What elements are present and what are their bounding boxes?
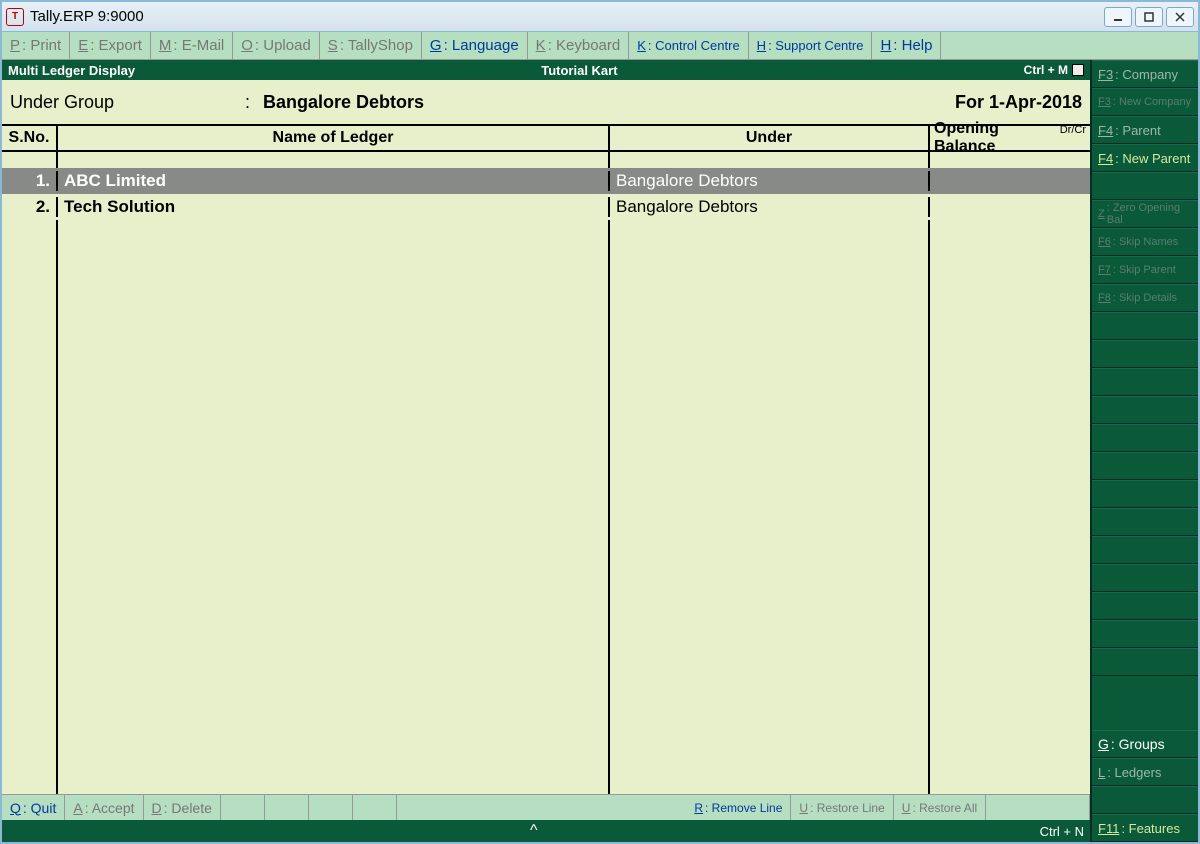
side-parent[interactable]: F4: Parent xyxy=(1092,116,1198,144)
side-new-company[interactable]: F3: New Company xyxy=(1092,88,1198,116)
menu-e-mail[interactable]: M: E-Mail xyxy=(151,32,233,59)
screen-name: Multi Ledger Display xyxy=(8,63,135,78)
table-row[interactable]: 2.Tech SolutionBangalore Debtors xyxy=(2,194,1090,220)
menu-tallyshop[interactable]: S: TallyShop xyxy=(320,32,422,59)
close-button[interactable] xyxy=(1166,7,1194,27)
side-skip-details[interactable]: F8: Skip Details xyxy=(1092,284,1198,312)
menu-language[interactable]: G: Language xyxy=(422,32,528,59)
window-title: Tally.ERP 9:9000 xyxy=(30,8,1104,25)
menu-control-centre[interactable]: K: Control Centre xyxy=(629,32,748,59)
col-header-sno: S.No. xyxy=(2,125,58,151)
content-wrap: Multi Ledger Display Tutorial Kart Ctrl … xyxy=(2,60,1198,842)
window-controls xyxy=(1104,7,1194,27)
company-name: Tutorial Kart xyxy=(135,63,1024,78)
col-header-under: Under xyxy=(610,125,930,151)
expand-icon[interactable]: ^ xyxy=(28,822,1040,840)
under-group-label: Under Group xyxy=(10,92,245,113)
side-skip-parent[interactable]: F7: Skip Parent xyxy=(1092,256,1198,284)
side-company[interactable]: F3: Company xyxy=(1092,60,1198,88)
titlebar: T Tally.ERP 9:9000 xyxy=(2,2,1198,32)
app-icon: T xyxy=(6,8,24,26)
maximize-button[interactable] xyxy=(1135,7,1163,27)
action-delete[interactable]: D: Delete xyxy=(144,795,221,820)
side-new-parent[interactable]: F4: New Parent xyxy=(1092,144,1198,172)
action-restore-line[interactable]: U: Restore Line xyxy=(791,795,893,820)
config-box-icon[interactable] xyxy=(1072,64,1084,76)
side-ledgers[interactable]: L: Ledgers xyxy=(1092,758,1198,786)
under-group-value[interactable]: Bangalore Debtors xyxy=(263,92,955,113)
under-group-row: Under Group : Bangalore Debtors For 1-Ap… xyxy=(2,80,1090,124)
calculator-bar: ^ Ctrl + N xyxy=(2,820,1090,842)
side-groups[interactable]: G: Groups xyxy=(1092,730,1198,758)
side-empty xyxy=(1092,172,1198,200)
top-menu-bar: P: PrintE: ExportM: E-MailO: UploadS: Ta… xyxy=(2,32,1198,60)
col-header-name: Name of Ledger xyxy=(58,125,610,151)
menu-export[interactable]: E: Export xyxy=(70,32,151,59)
menu-print[interactable]: P: Print xyxy=(2,32,70,59)
table-header: S.No. Name of Ledger Under Opening Balan… xyxy=(2,124,1090,152)
shortcut-label: Ctrl + M xyxy=(1024,63,1084,77)
action-restore-all[interactable]: U: Restore All xyxy=(894,795,986,820)
bottom-menu-bar: Q: QuitA: AcceptD: DeleteR: Remove LineU… xyxy=(2,794,1090,820)
menu-keyboard[interactable]: K: Keyboard xyxy=(528,32,630,59)
side-features[interactable]: F11: Features xyxy=(1092,814,1198,842)
side-empty xyxy=(1092,786,1198,814)
screen-header: Multi Ledger Display Tutorial Kart Ctrl … xyxy=(2,60,1090,80)
footer-shortcut: Ctrl + N xyxy=(1040,824,1084,839)
action-quit[interactable]: Q: Quit xyxy=(2,795,65,820)
menu-help[interactable]: H: Help xyxy=(872,32,941,59)
app-window: T Tally.ERP 9:9000 P: PrintE: ExportM: E… xyxy=(0,0,1200,844)
table-body: 1.ABC LimitedBangalore Debtors2.Tech Sol… xyxy=(2,152,1090,794)
period-date: For 1-Apr-2018 xyxy=(955,92,1082,113)
table-row[interactable]: 1.ABC LimitedBangalore Debtors xyxy=(2,168,1090,194)
menu-support-centre[interactable]: H: Support Centre xyxy=(749,32,873,59)
side-zero-opening-bal[interactable]: Z: Zero Opening Bal xyxy=(1092,200,1198,228)
action-accept[interactable]: A: Accept xyxy=(65,795,143,820)
menu-upload[interactable]: O: Upload xyxy=(233,32,320,59)
button-bar: F3: CompanyF3: New CompanyF4: ParentF4: … xyxy=(1090,60,1198,842)
main-area: Multi Ledger Display Tutorial Kart Ctrl … xyxy=(2,60,1090,842)
minimize-button[interactable] xyxy=(1104,7,1132,27)
side-skip-names[interactable]: F6: Skip Names xyxy=(1092,228,1198,256)
action-remove-line[interactable]: R: Remove Line xyxy=(686,795,791,820)
